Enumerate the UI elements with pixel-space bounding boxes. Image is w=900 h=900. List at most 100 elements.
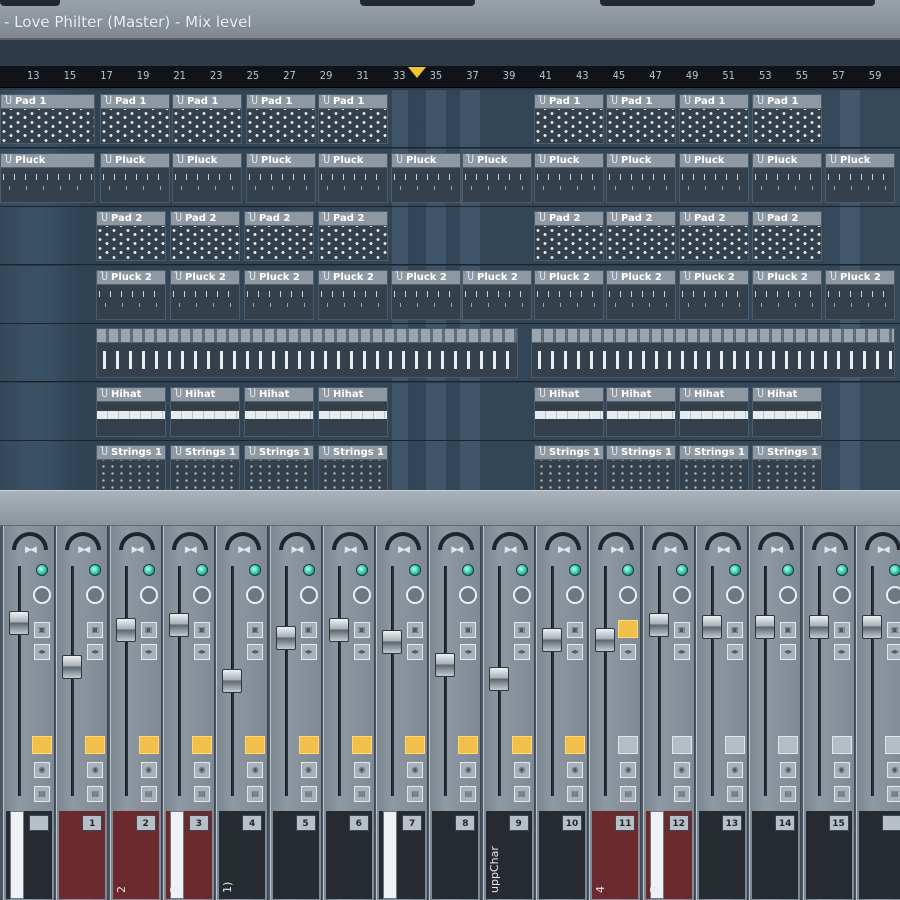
pattern-clip[interactable] [531,328,895,378]
route-icon[interactable]: ◂▸ [193,644,210,660]
active-led-icon[interactable] [728,564,741,576]
channel-name-panel[interactable]: 9 uppChar [485,811,532,899]
channel-name-panel[interactable]: 4 1) [219,811,266,899]
channel-name-panel[interactable]: 5 [272,811,319,899]
fader-track[interactable] [18,566,21,796]
route-icon[interactable]: ◂▸ [140,644,157,660]
send-button[interactable] [618,736,639,754]
fx-slot-icon[interactable]: ▣ [407,622,424,638]
pattern-clip[interactable]: Strings 1 [752,445,822,495]
insert-button[interactable] [618,620,639,638]
disk-icon[interactable]: ▤ [780,786,797,802]
fx-slot-icon[interactable]: ▣ [886,622,900,638]
send-button[interactable] [32,736,52,754]
active-led-icon[interactable] [249,564,262,576]
send-button[interactable] [511,736,532,754]
mixer-channel-strip[interactable]: ▶◀ ▣ ◂▸ ◉ ▤ 6 [322,526,375,900]
record-icon[interactable]: ◉ [34,762,50,778]
disk-icon[interactable]: ▤ [353,786,370,802]
pattern-clip[interactable]: Strings 1 [318,445,388,495]
active-led-icon[interactable] [622,564,635,576]
fader-track[interactable] [337,566,341,796]
send-button[interactable] [245,736,266,754]
send-button[interactable] [138,736,159,754]
pattern-clip[interactable] [96,328,518,378]
pattern-clip[interactable]: Pluck 2 [170,269,240,320]
fader-track[interactable] [710,566,714,796]
pattern-clip[interactable]: Pluck [534,152,604,203]
fader-handle[interactable] [648,613,669,638]
pattern-clip[interactable]: Pad 2 [606,211,676,261]
track-lane[interactable]: Pad 2 Pad 2 Pad 2 Pad 2 Pad 2 Pad 2 Pad 2 Pad 2 [0,207,900,265]
pattern-clip[interactable]: Pluck 2 [391,269,461,320]
mixer-channel-strip[interactable]: ▶◀ ▣ ◂▸ ◉ ▤ 7 [376,526,429,900]
fx-slot-icon[interactable]: ▣ [247,622,264,638]
record-icon[interactable]: ◉ [620,762,637,778]
pattern-clip[interactable]: Pad 2 [318,211,388,261]
route-icon[interactable]: ◂▸ [300,644,317,660]
channel-name-panel[interactable]: 7 [379,811,426,899]
fx-slot-icon[interactable]: ▣ [833,622,850,638]
pattern-clip[interactable]: Pluck [391,152,461,203]
record-icon[interactable]: ◉ [673,762,690,778]
fader-track[interactable] [391,566,395,796]
fader-track[interactable] [444,566,448,796]
fx-slot-icon[interactable]: ▣ [34,622,50,638]
pattern-clip[interactable]: Pad 1 [172,94,242,144]
route-icon[interactable]: ◂▸ [886,644,900,660]
channel-name-panel[interactable]: 13 [698,811,745,899]
pan-knob-icon[interactable] [299,586,318,604]
pattern-clip[interactable]: Pluck 2 [534,269,604,320]
pattern-clip[interactable]: Pluck 2 [96,269,166,320]
pattern-clip[interactable]: Pluck [0,152,95,203]
mixer-channel-strip[interactable]: ▶◀ ▣ ◂▸ ◉ ▤ [855,526,900,900]
send-button[interactable] [405,736,426,754]
route-icon[interactable]: ◂▸ [34,644,50,660]
disk-icon[interactable]: ▤ [193,786,210,802]
pattern-clip[interactable]: Pad 2 [679,211,749,261]
mixer-channel-strip[interactable]: ▶◀ ▣ ◂▸ ◉ ▤ 8 [429,526,482,900]
fader-handle[interactable] [488,666,509,691]
pattern-clip[interactable]: Pad 1 [318,94,388,144]
fader-track[interactable] [71,566,75,796]
channel-name-panel[interactable] [858,811,900,899]
pan-knob-icon[interactable] [352,586,371,604]
fader-handle[interactable] [328,617,349,642]
track-lane[interactable]: Hihat Hihat Hihat Hihat Hihat Hihat Hihat Hihat [0,382,900,441]
pattern-clip[interactable]: Pluck [606,152,676,203]
send-button[interactable] [191,736,212,754]
send-button[interactable] [298,736,319,754]
active-led-icon[interactable] [462,564,475,576]
send-button[interactable] [565,736,585,754]
mixer-channel-strip[interactable]: ▶◀ ▣ ◂▸ ◉ ▤ [3,526,55,900]
mixer-channel-strip[interactable]: ▶◀ ▣ ◂▸ ◉ ▤ 1 [56,526,109,900]
fader-handle[interactable] [222,669,243,693]
fader-track[interactable] [551,566,554,796]
track-lane[interactable]: Pad 1 Pad 1 Pad 1 Pad 1 Pad 1 Pad 1 Pad 1 Pad 1… [0,90,900,148]
pan-knob-icon[interactable] [86,586,105,604]
pattern-clip[interactable]: Strings 1 [606,445,676,495]
active-led-icon[interactable] [142,564,155,576]
fader-track[interactable] [177,566,181,796]
disk-icon[interactable]: ▤ [300,786,317,802]
timeline-ruler[interactable]: 13 15 17 19 21 23 25 27 29 31 33 35 37 39 41 43 45 47 49 51… [0,66,900,88]
pattern-clip[interactable]: Hihat [318,386,388,437]
disk-icon[interactable]: ▤ [140,786,157,802]
record-icon[interactable]: ◉ [247,762,264,778]
pattern-clip[interactable]: Hihat [606,386,676,437]
record-icon[interactable]: ◉ [886,762,900,778]
disk-icon[interactable]: ▤ [673,786,690,802]
fader-handle[interactable] [542,627,562,652]
pattern-clip[interactable]: Strings 1 [244,445,314,495]
mixer-channel-strip[interactable]: ▶◀ ▣ ◂▸ ◉ ▤ 5 [269,526,322,900]
pattern-clip[interactable]: Pluck [246,152,316,203]
pattern-clip[interactable]: Pad 1 [679,94,749,144]
disk-icon[interactable]: ▤ [407,786,424,802]
channel-name-panel[interactable]: 11 4 [592,811,639,899]
pattern-clip[interactable]: Pluck 2 [679,269,749,320]
record-icon[interactable]: ◉ [193,762,210,778]
route-icon[interactable]: ◂▸ [513,644,530,660]
active-led-icon[interactable] [36,564,48,576]
route-icon[interactable]: ◂▸ [620,644,637,660]
fader-handle[interactable] [808,615,829,640]
